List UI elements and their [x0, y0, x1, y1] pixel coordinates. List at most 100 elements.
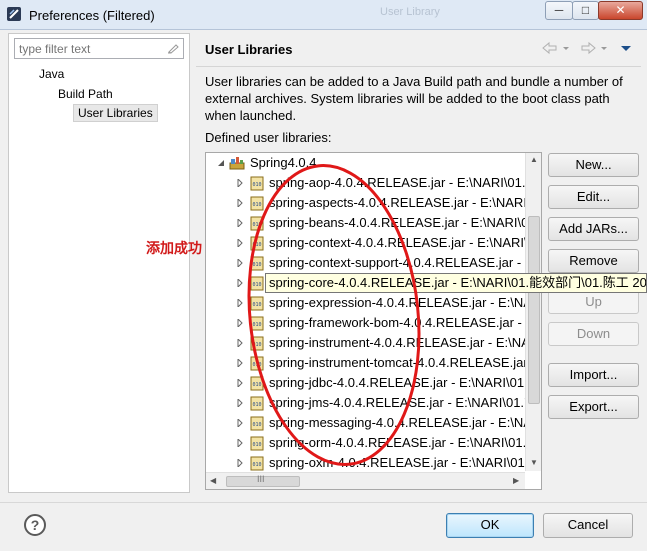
maximize-button[interactable]: □	[572, 1, 599, 20]
tree-item-row[interactable]: 010 spring-aop-4.0.4.RELEASE.jar - E:\NAR…	[206, 173, 541, 193]
tree-item-label: spring-instrument-tomcat-4.0.4.RELEASE.j…	[269, 355, 528, 370]
tree-item-row[interactable]: 010 spring-expression-4.0.4.RELEASE.jar -…	[206, 293, 541, 313]
tree-item-row[interactable]: 010 spring-messaging-4.0.4.RELEASE.jar - …	[206, 413, 541, 433]
collapsed-twisty-icon[interactable]	[236, 179, 244, 187]
tree-vertical-scrollbar[interactable]: ▲ ▼	[525, 153, 541, 471]
tree-item-label: spring-instrument-4.0.4.RELEASE.jar - E:…	[269, 335, 538, 350]
tree-item-row[interactable]: 010 spring-orm-4.0.4.RELEASE.jar - E:\NAR…	[206, 433, 541, 453]
scroll-right-arrow-icon[interactable]: ▶	[513, 476, 519, 485]
back-arrow-icon[interactable]	[541, 40, 559, 56]
tree-item-row[interactable]: 010 spring-instrument-4.0.4.RELEASE.jar -…	[206, 333, 541, 353]
cancel-button[interactable]: Cancel	[543, 513, 633, 538]
footer-separator	[0, 502, 647, 503]
filter-input[interactable]	[15, 39, 155, 58]
collapsed-twisty-icon[interactable]	[236, 319, 244, 327]
edit-button[interactable]: Edit...	[548, 185, 639, 209]
scroll-up-arrow-icon[interactable]: ▲	[530, 155, 538, 164]
title-bar: Preferences (Filtered) User Library ─ □ …	[0, 0, 647, 30]
svg-text:010: 010	[252, 422, 261, 428]
svg-text:010: 010	[252, 462, 261, 468]
nav-item-build-path[interactable]: Build Path	[58, 87, 113, 101]
view-menu-icon[interactable]	[619, 40, 633, 56]
collapsed-twisty-icon[interactable]	[236, 339, 244, 347]
tree-item-row[interactable]: 010 spring-instrument-tomcat-4.0.4.RELEAS…	[206, 353, 541, 373]
svg-text:010: 010	[252, 262, 261, 268]
svg-text:010: 010	[252, 182, 261, 188]
forward-menu-chevron-down-icon[interactable]	[599, 40, 609, 56]
svg-text:010: 010	[252, 322, 261, 328]
scroll-down-arrow-icon[interactable]: ▼	[530, 458, 538, 467]
tree-item-label: spring-aspects-4.0.4.RELEASE.jar - E:\NA…	[269, 195, 538, 210]
jar-file-icon: 010	[250, 456, 264, 471]
defined-libraries-label: Defined user libraries:	[205, 130, 332, 145]
back-menu-chevron-down-icon[interactable]	[561, 40, 571, 56]
tree-item-label: spring-expression-4.0.4.RELEASE.jar - E:…	[269, 295, 532, 310]
tree-item-label: spring-oxm-4.0.4.RELEASE.jar - E:\NARI\0…	[269, 455, 542, 470]
forward-arrow-icon[interactable]	[579, 40, 597, 56]
tree-item-label: spring-beans-4.0.4.RELEASE.jar - E:\NARI…	[269, 215, 540, 230]
background-window-title: User Library	[380, 6, 440, 18]
export-button[interactable]: Export...	[548, 395, 639, 419]
collapsed-twisty-icon[interactable]	[236, 199, 244, 207]
jar-file-icon: 010	[250, 276, 264, 291]
tree-item-row[interactable]: 010 spring-jms-4.0.4.RELEASE.jar - E:\NAR…	[206, 393, 541, 413]
nav-item-java[interactable]: Java	[39, 67, 64, 81]
clear-filter-icon[interactable]	[167, 42, 179, 54]
tree-item-label: spring-orm-4.0.4.RELEASE.jar - E:\NARI\0…	[269, 435, 540, 450]
collapsed-twisty-icon[interactable]	[236, 379, 244, 387]
tree-item-row[interactable]: 010 spring-jdbc-4.0.4.RELEASE.jar - E:\NA…	[206, 373, 541, 393]
item-tooltip: spring-core-4.0.4.RELEASE.jar - E:\NARI\…	[265, 273, 647, 293]
tree-item-label: spring-jdbc-4.0.4.RELEASE.jar - E:\NARI\…	[269, 375, 541, 390]
minimize-button[interactable]: ─	[545, 1, 573, 20]
down-button[interactable]: Down	[548, 322, 639, 346]
jar-file-icon: 010	[250, 336, 264, 351]
collapsed-twisty-icon[interactable]	[236, 259, 244, 267]
svg-text:010: 010	[252, 342, 261, 348]
tree-root-label: Spring4.0.4	[250, 155, 317, 170]
tree-item-row[interactable]: 010 spring-aspects-4.0.4.RELEASE.jar - E:…	[206, 193, 541, 213]
tree-item-row[interactable]: 010 spring-framework-bom-4.0.4.RELEASE.ja…	[206, 313, 541, 333]
expanded-twisty-icon[interactable]	[217, 159, 225, 167]
up-button[interactable]: Up	[548, 290, 639, 314]
user-libraries-tree[interactable]: Spring4.0.4 010 spring-aop-4.0.4.RELEASE.…	[205, 152, 542, 490]
vertical-scroll-thumb[interactable]	[528, 216, 540, 404]
tree-horizontal-scrollbar[interactable]: ◀ III ▶	[206, 472, 525, 489]
help-icon[interactable]: ?	[24, 514, 46, 536]
collapsed-twisty-icon[interactable]	[236, 359, 244, 367]
tree-item-label: spring-context-support-4.0.4.RELEASE.jar…	[269, 255, 534, 270]
library-icon	[229, 157, 245, 170]
collapsed-twisty-icon[interactable]	[236, 219, 244, 227]
jar-file-icon: 010	[250, 236, 264, 251]
collapsed-twisty-icon[interactable]	[236, 419, 244, 427]
svg-text:010: 010	[252, 202, 261, 208]
tree-item-row[interactable]: 010 spring-oxm-4.0.4.RELEASE.jar - E:\NAR…	[206, 453, 541, 473]
horizontal-scroll-thumb[interactable]: III	[226, 474, 300, 487]
tree-item-label: spring-aop-4.0.4.RELEASE.jar - E:\NARI\0…	[269, 175, 539, 190]
jar-file-icon: 010	[250, 416, 264, 431]
tree-item-row[interactable]: 010 spring-beans-4.0.4.RELEASE.jar - E:\N…	[206, 213, 541, 233]
scroll-left-arrow-icon[interactable]: ◀	[210, 476, 216, 485]
svg-text:010: 010	[252, 442, 261, 448]
close-button[interactable]: ✕	[598, 1, 643, 20]
collapsed-twisty-icon[interactable]	[236, 399, 244, 407]
tree-item-row[interactable]: 010 spring-context-support-4.0.4.RELEASE.…	[206, 253, 541, 273]
collapsed-twisty-icon[interactable]	[236, 279, 244, 287]
svg-text:010: 010	[252, 362, 261, 368]
collapsed-twisty-icon[interactable]	[236, 299, 244, 307]
new-button[interactable]: New...	[548, 153, 639, 177]
collapsed-twisty-icon[interactable]	[236, 239, 244, 247]
tree-item-label: spring-jms-4.0.4.RELEASE.jar - E:\NARI\0…	[269, 395, 538, 410]
import-button[interactable]: Import...	[548, 363, 639, 387]
ok-button[interactable]: OK	[446, 513, 534, 538]
jar-file-icon: 010	[250, 396, 264, 411]
tree-item-row[interactable]: 010 spring-context-4.0.4.RELEASE.jar - E:…	[206, 233, 541, 253]
add-jars-button[interactable]: Add JARs...	[548, 217, 639, 241]
nav-item-user-libraries[interactable]: User Libraries	[73, 104, 158, 122]
collapsed-twisty-icon[interactable]	[236, 459, 244, 467]
tree-root-row[interactable]: Spring4.0.4	[206, 153, 541, 173]
remove-button[interactable]: Remove	[548, 249, 639, 273]
eclipse-app-icon	[7, 7, 21, 21]
collapsed-twisty-icon[interactable]	[236, 439, 244, 447]
svg-text:010: 010	[252, 222, 261, 228]
filter-field[interactable]	[14, 38, 184, 59]
